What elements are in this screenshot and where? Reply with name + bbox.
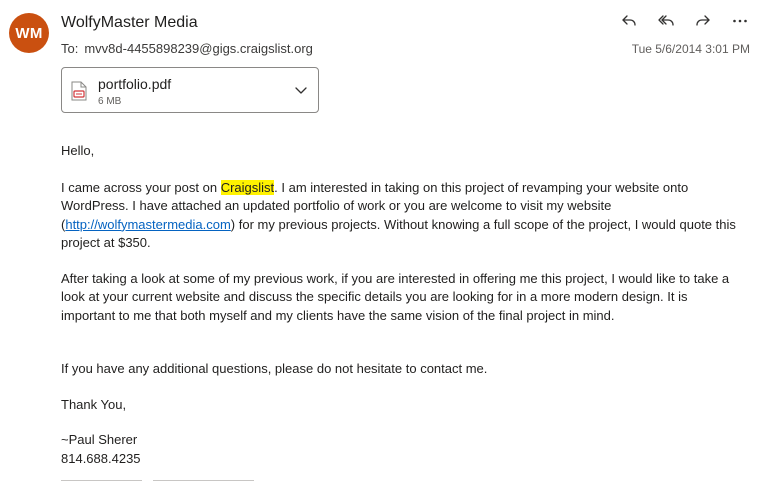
- sender-name[interactable]: WolfyMaster Media: [61, 14, 198, 32]
- greeting: Hello,: [61, 143, 95, 158]
- attachment-card[interactable]: portfolio.pdf 6 MB: [61, 67, 319, 113]
- divider: [153, 480, 254, 481]
- reply-all-icon: [658, 15, 674, 26]
- attachment-size: 6 MB: [98, 96, 122, 107]
- more-actions-button[interactable]: [728, 10, 752, 32]
- paragraph-3: If you have any additional questions, pl…: [61, 361, 488, 376]
- message-body: Hello, I came across your post on Craigs…: [61, 142, 741, 468]
- message-actions: [617, 10, 752, 32]
- forward-icon: [696, 15, 710, 26]
- chevron-down-icon[interactable]: [294, 83, 308, 97]
- more-icon: [733, 19, 747, 23]
- recipient-line: To: mvv8d-4455898239@gigs.craigslist.org: [61, 41, 313, 56]
- reply-all-button[interactable]: [654, 10, 678, 32]
- divider: [61, 480, 142, 481]
- forward-button[interactable]: [691, 10, 715, 32]
- recipient-address[interactable]: mvv8d-4455898239@gigs.craigslist.org: [84, 41, 313, 56]
- closing: Thank You,: [61, 396, 127, 412]
- signature-phone: 814.688.4235: [61, 450, 141, 466]
- attachment-filename: portfolio.pdf: [98, 76, 172, 92]
- highlighted-term: Craigslist: [220, 179, 275, 195]
- to-label: To:: [61, 41, 79, 56]
- signature-name: ~Paul Sherer: [61, 432, 138, 447]
- reply-icon: [622, 15, 636, 26]
- sent-date: Tue 5/6/2014 3:01 PM: [631, 42, 750, 56]
- paragraph-2: After taking a look at some of my previo…: [61, 270, 730, 323]
- pdf-file-icon: [71, 81, 87, 101]
- website-link[interactable]: http://wolfymastermedia.com: [65, 217, 230, 232]
- reply-button[interactable]: [617, 10, 641, 32]
- paragraph-1: I came across your post on Craigslist. I…: [61, 179, 736, 250]
- sender-avatar[interactable]: WM: [9, 13, 49, 53]
